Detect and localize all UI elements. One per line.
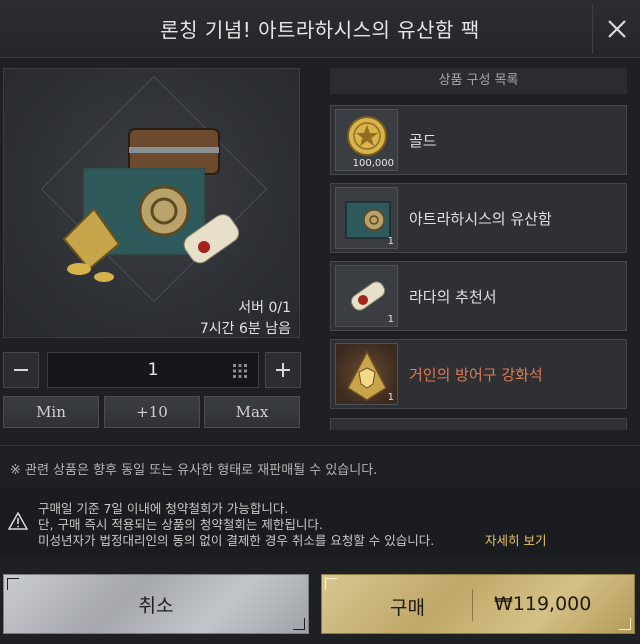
item-count: 1 bbox=[387, 236, 394, 247]
refund-policy-box: 구매일 기준 7일 이내에 청약철회가 가능합니다. 단, 구매 즉시 적용되는… bbox=[0, 488, 640, 558]
cancel-label: 취소 bbox=[138, 594, 174, 617]
list-item-recommendation-letter[interactable]: 1 라다의 추천서 bbox=[330, 261, 627, 331]
item-thumbnail: 100,000 bbox=[335, 109, 398, 171]
purchase-button[interactable]: 구매 ₩119,000 bbox=[321, 574, 635, 634]
item-count: 1 bbox=[387, 392, 394, 403]
quantity-presets: Min +10 Max bbox=[3, 396, 300, 428]
details-link[interactable]: 자세히 보기 bbox=[485, 530, 546, 549]
time-remaining: 7시간 6분 남음 bbox=[199, 321, 291, 337]
warning-icon bbox=[8, 512, 28, 530]
increase-quantity-button[interactable] bbox=[265, 352, 301, 388]
quantity-stepper: 1 bbox=[3, 352, 301, 388]
title-bar: 론칭 기념! 아트라하시스의 유산함 팩 bbox=[0, 0, 640, 58]
divider bbox=[0, 445, 640, 446]
keypad-icon[interactable] bbox=[232, 363, 248, 379]
close-icon bbox=[607, 20, 626, 38]
page-title: 론칭 기념! 아트라하시스의 유산함 팩 bbox=[160, 18, 480, 42]
decrease-quantity-button[interactable] bbox=[3, 352, 39, 388]
cancel-button[interactable]: 취소 bbox=[3, 574, 309, 634]
plus-ten-button[interactable]: +10 bbox=[104, 396, 200, 428]
item-name: 아트라하시스의 유산함 bbox=[409, 210, 552, 228]
minus-icon bbox=[14, 369, 28, 371]
min-button[interactable]: Min bbox=[3, 396, 99, 428]
purchase-label: 구매 bbox=[390, 597, 425, 619]
item-name: 골드 bbox=[409, 132, 437, 150]
purchase-price: ₩119,000 bbox=[494, 593, 592, 615]
quantity-value: 1 bbox=[147, 360, 159, 380]
policy-line: 미성년자가 법정대리인의 동의 없이 결제한 경우 취소를 요청할 수 있습니다… bbox=[38, 533, 435, 548]
purchase-divider bbox=[472, 589, 473, 621]
item-count: 1 bbox=[387, 314, 394, 325]
close-button[interactable] bbox=[592, 4, 640, 54]
item-count: 100,000 bbox=[352, 158, 394, 169]
item-name: 거인의 방어구 강화석 bbox=[409, 366, 543, 384]
list-item-gold[interactable]: 100,000 골드 bbox=[330, 105, 627, 175]
plus-icon bbox=[276, 363, 290, 377]
list-item-armor-stone[interactable]: 1 거인의 방어구 강화석 bbox=[330, 339, 627, 409]
item-name: 라다의 추천서 bbox=[409, 288, 497, 306]
item-thumbnail: 1 bbox=[335, 187, 398, 249]
package-illustration bbox=[62, 128, 240, 282]
resale-notice: ※ 관련 상품은 향후 동일 또는 유사한 형태로 재판매될 수 있습니다. bbox=[10, 463, 378, 478]
contents-list-header: 상품 구성 목록 bbox=[330, 68, 627, 94]
server-purchase-limit: 서버 0/1 bbox=[238, 300, 291, 316]
quantity-input[interactable]: 1 bbox=[47, 352, 259, 388]
product-preview: 서버 0/1 7시간 6분 남음 bbox=[3, 68, 300, 338]
max-button[interactable]: Max bbox=[204, 396, 300, 428]
list-item-partial bbox=[330, 418, 627, 430]
item-thumbnail: 1 bbox=[335, 343, 398, 405]
item-thumbnail: 1 bbox=[335, 265, 398, 327]
list-item-legacy-chest[interactable]: 1 아트라하시스의 유산함 bbox=[330, 183, 627, 253]
